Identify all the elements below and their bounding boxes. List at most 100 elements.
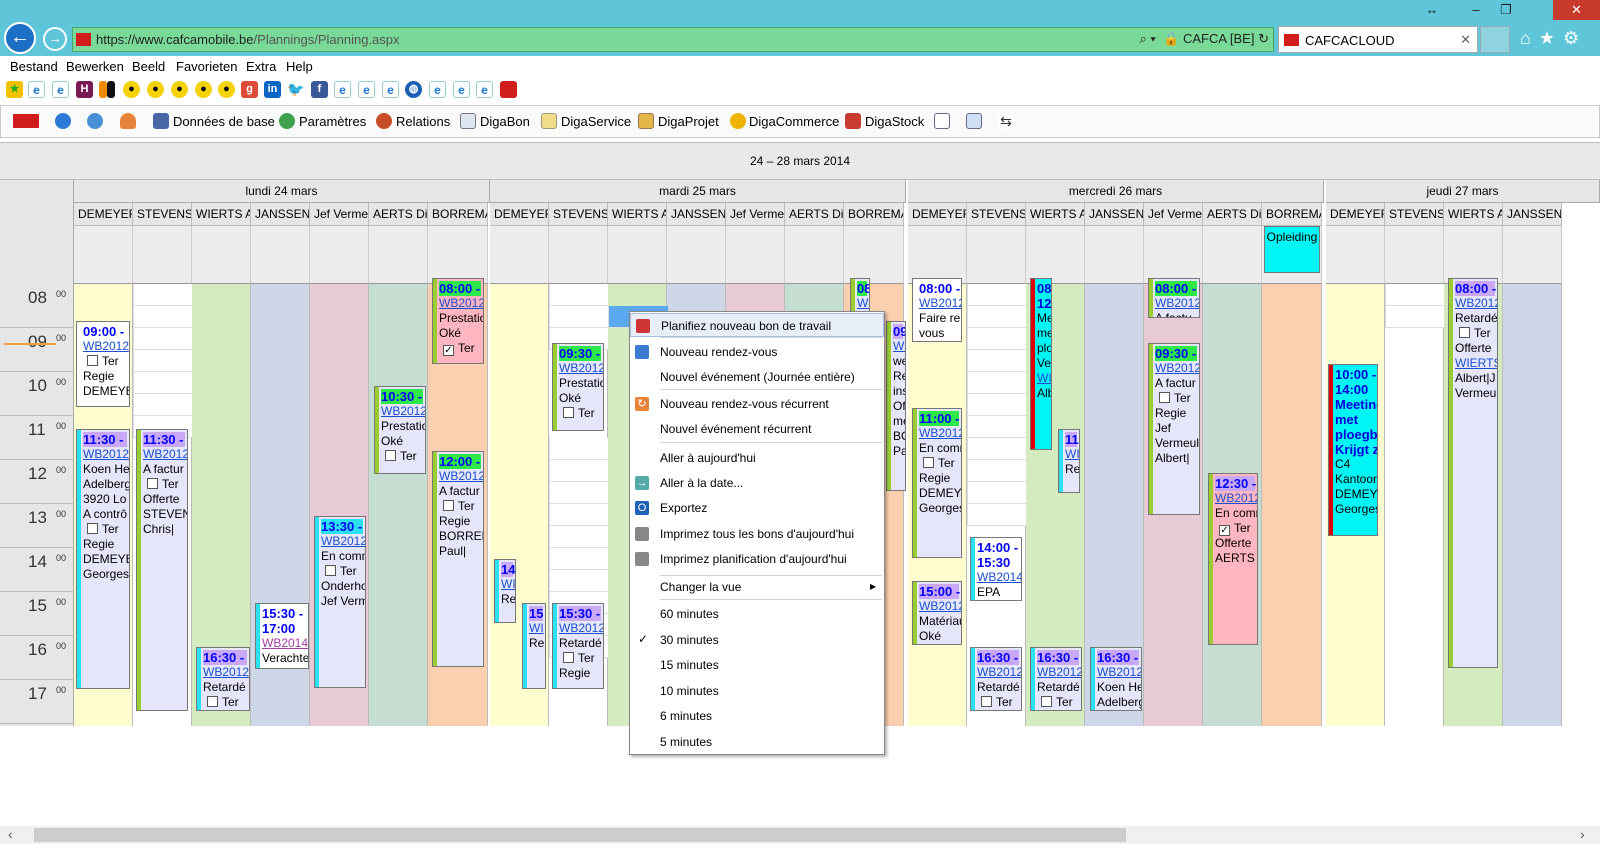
star-icon[interactable]: ★ bbox=[1539, 28, 1563, 48]
resource-header[interactable]: STEVENS C bbox=[549, 203, 608, 226]
resource-header[interactable]: WIERTS A bbox=[1026, 203, 1085, 226]
allday-cell[interactable] bbox=[1326, 226, 1385, 284]
free-slot[interactable] bbox=[967, 504, 1026, 526]
free-slot[interactable] bbox=[133, 328, 192, 350]
appbar-digabon[interactable]: DigaBon bbox=[480, 114, 530, 129]
free-slot[interactable] bbox=[1385, 306, 1444, 328]
appointment-link[interactable]: WB2012 bbox=[559, 361, 603, 376]
appointment-link[interactable]: WB2012 bbox=[1037, 665, 1081, 680]
done-checkbox[interactable] bbox=[563, 652, 574, 663]
allday-cell[interactable] bbox=[192, 226, 251, 284]
menu-bewerken[interactable]: Bewerken bbox=[66, 59, 124, 74]
appbar-relations[interactable]: Relations bbox=[396, 114, 450, 129]
cafca-icon[interactable] bbox=[500, 81, 517, 98]
yellow-bookmark-icon[interactable]: ● bbox=[218, 81, 235, 98]
context-menu-item[interactable]: Planifiez nouveau bon de travail bbox=[630, 313, 884, 337]
appointment-link[interactable]: WB2012 bbox=[143, 447, 187, 462]
globe-icon[interactable]: ◍ bbox=[405, 81, 422, 98]
free-slot[interactable] bbox=[967, 350, 1026, 372]
appbar-digacommerce[interactable]: DigaCommerce bbox=[749, 114, 839, 129]
appointment[interactable]: 15:00 - WB2012 Matériau Oké bbox=[912, 581, 962, 645]
search-icon[interactable]: ⌕ bbox=[1140, 31, 1147, 46]
resource-column[interactable] bbox=[1503, 284, 1562, 726]
resource-header[interactable]: BORREMANS bbox=[1262, 203, 1322, 226]
ie-page-icon[interactable]: e bbox=[453, 81, 470, 98]
menu-help[interactable]: Help bbox=[286, 59, 313, 74]
resource-header[interactable]: AERTS Dirk bbox=[785, 203, 844, 226]
allday-cell[interactable] bbox=[1385, 226, 1444, 284]
context-menu-item[interactable]: Nouvel événement (Journée entière) bbox=[630, 365, 884, 389]
resource-header[interactable]: JANSSEN K bbox=[251, 203, 310, 226]
refresh-icon[interactable]: ↻ bbox=[1258, 31, 1269, 46]
appointment[interactable]: 09:30 - WB2012 A factur Ter Regie Jef Vermeul A… bbox=[1148, 343, 1200, 515]
appointment[interactable]: 09:30 - WB2012 Prestatio Oké Ter bbox=[552, 343, 604, 431]
resource-header[interactable]: AERTS Dirk bbox=[1203, 203, 1262, 226]
appointment[interactable]: 15:30 -17:00 WB2014 Verachte bbox=[255, 603, 309, 669]
context-menu-item[interactable]: ↻ Nouveau rendez-vous récurrent bbox=[630, 392, 884, 416]
appointment-link[interactable]: WI bbox=[1037, 371, 1051, 386]
appointment-link[interactable]: WB2012 bbox=[919, 296, 961, 311]
appointment[interactable]: 12:00 -WB2012A facturTerRegieBORREMPaul| bbox=[432, 451, 484, 667]
appointment[interactable]: 08:00 - WB2012 Retardé Ter Offerte WIERTS Albe… bbox=[1448, 278, 1498, 668]
appointment-link[interactable]: WB2012 bbox=[321, 534, 365, 549]
allday-cell[interactable] bbox=[785, 226, 844, 284]
minimize-button[interactable]: – bbox=[1462, 0, 1490, 20]
handshake-icon[interactable]: ⇆ bbox=[998, 113, 1014, 129]
free-slot[interactable] bbox=[1385, 284, 1444, 306]
address-bar[interactable]: https://www.cafcamobile.be/Plannings/Pla… bbox=[72, 27, 1274, 52]
appointment[interactable]: 16:30 - WB2012 Retardé Ter bbox=[970, 647, 1022, 711]
appointment[interactable]: 16:30 - WB2012 Retardé Ter bbox=[196, 647, 250, 711]
free-slot[interactable] bbox=[549, 306, 608, 328]
ie-page-icon[interactable]: e bbox=[476, 81, 493, 98]
yellow-bookmark-icon[interactable]: ● bbox=[147, 81, 164, 98]
favorites-star-icon[interactable]: ★ bbox=[6, 81, 23, 98]
context-menu-item[interactable]: 6 minutes bbox=[630, 704, 884, 728]
done-checkbox[interactable] bbox=[1459, 327, 1470, 338]
appointment[interactable]: 08WI bbox=[850, 278, 870, 312]
context-menu-item[interactable]: Nouveau rendez-vous bbox=[630, 340, 884, 364]
free-slot[interactable] bbox=[967, 416, 1026, 438]
appbar-digaprojet[interactable]: DigaProjet bbox=[658, 114, 719, 129]
ie-page-icon[interactable]: e bbox=[334, 81, 351, 98]
allday-cell[interactable] bbox=[133, 226, 192, 284]
back-button[interactable]: ← bbox=[4, 22, 36, 54]
resource-header[interactable]: STEVENS C bbox=[967, 203, 1026, 226]
done-checkbox[interactable] bbox=[1041, 696, 1052, 707]
resource-header[interactable]: STEVENS C bbox=[1385, 203, 1444, 226]
allday-cell[interactable] bbox=[1444, 226, 1503, 284]
allday-cell[interactable] bbox=[726, 226, 785, 284]
site-identity[interactable]: CAFCA [BE] bbox=[1183, 31, 1255, 46]
done-checkbox[interactable] bbox=[147, 478, 158, 489]
done-checkbox[interactable] bbox=[563, 407, 574, 418]
appointment-link[interactable]: WIERTS bbox=[1455, 356, 1497, 371]
free-slot[interactable] bbox=[549, 526, 608, 548]
allday-cell[interactable] bbox=[369, 226, 428, 284]
dropdown-arrow-icon[interactable]: ▾ bbox=[1150, 31, 1155, 46]
resource-header[interactable]: WIERTS A bbox=[1444, 203, 1503, 226]
free-slot[interactable] bbox=[967, 482, 1026, 504]
appointment-link[interactable]: WB2012 bbox=[1155, 361, 1199, 376]
appointment-link[interactable]: WI bbox=[857, 296, 869, 311]
appointment[interactable]: 08:00 - WB2012 Prestatio Oké ✓ Ter bbox=[432, 278, 484, 364]
scroll-left-icon[interactable]: ‹ bbox=[8, 826, 13, 842]
appointment[interactable]: 08:00 - WB2012 Faire rei vous bbox=[912, 278, 962, 342]
context-menu-item[interactable]: 30 minutes ✓ bbox=[630, 628, 884, 652]
appointment-link[interactable]: WB2012 bbox=[1155, 296, 1199, 311]
done-checkbox[interactable]: ✓ bbox=[443, 345, 454, 356]
context-menu-item[interactable]: 10 minutes bbox=[630, 679, 884, 703]
google-plus-icon[interactable]: g bbox=[241, 81, 258, 98]
maximize-button[interactable]: ❐ bbox=[1492, 0, 1520, 20]
appointment[interactable]: 14:00 -15:30 WB2014 EPA bbox=[970, 537, 1022, 601]
allday-cell[interactable] bbox=[74, 226, 133, 284]
resource-header[interactable]: DEMEYER bbox=[490, 203, 549, 226]
appbar-donnees-de-base[interactable]: Données de base bbox=[173, 114, 275, 129]
done-checkbox[interactable] bbox=[207, 696, 218, 707]
resource-header[interactable]: BORREMANS bbox=[428, 203, 488, 226]
home-icon[interactable]: ⌂ bbox=[1520, 28, 1539, 48]
resource-column[interactable] bbox=[1385, 284, 1444, 726]
resource-header[interactable]: STEVENS C bbox=[133, 203, 192, 226]
yellow-bookmark-icon[interactable]: ● bbox=[171, 81, 188, 98]
appointment-link[interactable]: WB2014 bbox=[262, 636, 308, 651]
allday-cell[interactable] bbox=[1026, 226, 1085, 284]
appointment-link[interactable]: WB2012 bbox=[439, 469, 483, 484]
